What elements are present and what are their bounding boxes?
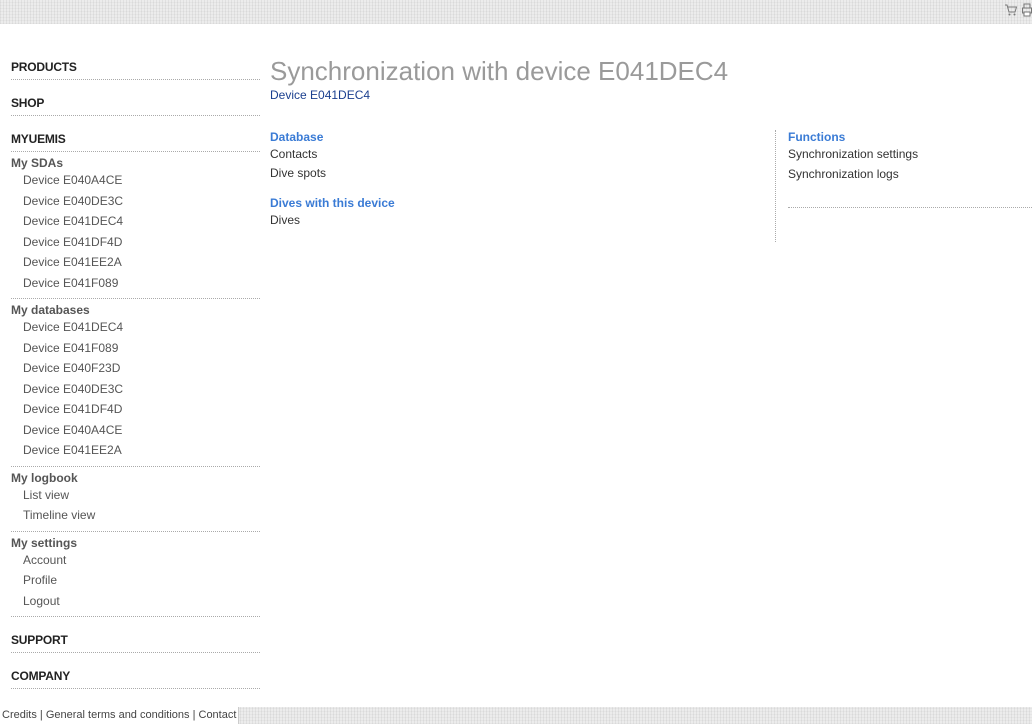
sidebar-item-device[interactable]: Device E041DEC4 (11, 211, 260, 232)
sidebar-item-account[interactable]: Account (11, 550, 260, 571)
group-title-my-databases[interactable]: My databases (11, 303, 260, 317)
group-my-databases: My databases Device E041DEC4 Device E041… (11, 299, 260, 467)
page-title: Synchronization with device E041DEC4 (270, 56, 729, 86)
sidebar-item-device[interactable]: Device E040A4CE (11, 170, 260, 191)
nav-myuemis[interactable]: MYUEMIS (11, 128, 260, 152)
nav-shop[interactable]: SHOP (11, 92, 260, 116)
sidebar-item-timeline-view[interactable]: Timeline view (11, 505, 260, 526)
sidebar-nav: PRODUCTS SHOP MYUEMIS My SDAs Device E04… (11, 56, 260, 689)
top-bar (0, 0, 1032, 24)
sidebar-item-database[interactable]: Device E041EE2A (11, 440, 260, 461)
sidebar-item-device[interactable]: Device E040DE3C (11, 191, 260, 212)
nav-support[interactable]: SUPPORT (11, 629, 260, 653)
main-content: Synchronization with device E041DEC4 Dev… (270, 52, 1032, 242)
cart-icon[interactable] (1004, 3, 1018, 17)
dives-heading[interactable]: Dives with this device (270, 196, 740, 210)
sidebar-item-database[interactable]: Device E040A4CE (11, 420, 260, 441)
terms-link[interactable]: General terms and conditions (46, 709, 190, 721)
footer: Credits | General terms and conditions |… (0, 707, 1032, 724)
dives-section: Dives with this device Dives (270, 196, 740, 229)
contacts-link[interactable]: Contacts (270, 144, 740, 163)
left-column: Database Contacts Dive spots Dives with … (270, 130, 740, 229)
group-title-my-sdas[interactable]: My SDAs (11, 156, 260, 170)
group-title-my-logbook[interactable]: My logbook (11, 471, 260, 485)
nav-company[interactable]: COMPANY (11, 665, 260, 689)
dive-spots-link[interactable]: Dive spots (270, 163, 740, 183)
group-my-logbook: My logbook List view Timeline view (11, 467, 260, 532)
functions-heading[interactable]: Functions (788, 130, 1032, 144)
footer-links: Credits | General terms and conditions |… (0, 707, 240, 724)
contact-link[interactable]: Contact (199, 709, 237, 721)
group-my-settings: My settings Account Profile Logout (11, 532, 260, 617)
top-icons (1004, 3, 1032, 17)
dives-link[interactable]: Dives (270, 210, 740, 229)
footer-separator: | (189, 709, 199, 721)
database-section: Database Contacts Dive spots (270, 130, 740, 183)
sidebar-item-database[interactable]: Device E040DE3C (11, 379, 260, 400)
sidebar-item-database[interactable]: Device E041F089 (11, 338, 260, 359)
sidebar-item-device[interactable]: Device E041F089 (11, 273, 260, 294)
sidebar-item-list-view[interactable]: List view (11, 485, 260, 506)
sidebar-item-device[interactable]: Device E041EE2A (11, 252, 260, 273)
print-icon[interactable] (1022, 3, 1032, 17)
sidebar-item-profile[interactable]: Profile (11, 570, 260, 591)
group-my-sdas: My SDAs Device E040A4CE Device E040DE3C … (11, 152, 260, 299)
sync-settings-link[interactable]: Synchronization settings (788, 144, 1032, 164)
database-heading[interactable]: Database (270, 130, 740, 144)
sidebar-item-device[interactable]: Device E041DF4D (11, 232, 260, 253)
group-title-my-settings[interactable]: My settings (11, 536, 260, 550)
divider (788, 207, 1032, 208)
credits-link[interactable]: Credits (2, 709, 37, 721)
sidebar-item-database[interactable]: Device E041DEC4 (11, 317, 260, 338)
nav-products[interactable]: PRODUCTS (11, 56, 260, 80)
functions-column: Functions Synchronization settings Synch… (775, 130, 1032, 242)
sidebar-item-logout[interactable]: Logout (11, 591, 260, 612)
footer-separator: | (36, 709, 46, 721)
sync-logs-link[interactable]: Synchronization logs (788, 164, 1032, 184)
sidebar-item-database[interactable]: Device E041DF4D (11, 399, 260, 420)
sidebar-item-database[interactable]: Device E040F23D (11, 358, 260, 379)
